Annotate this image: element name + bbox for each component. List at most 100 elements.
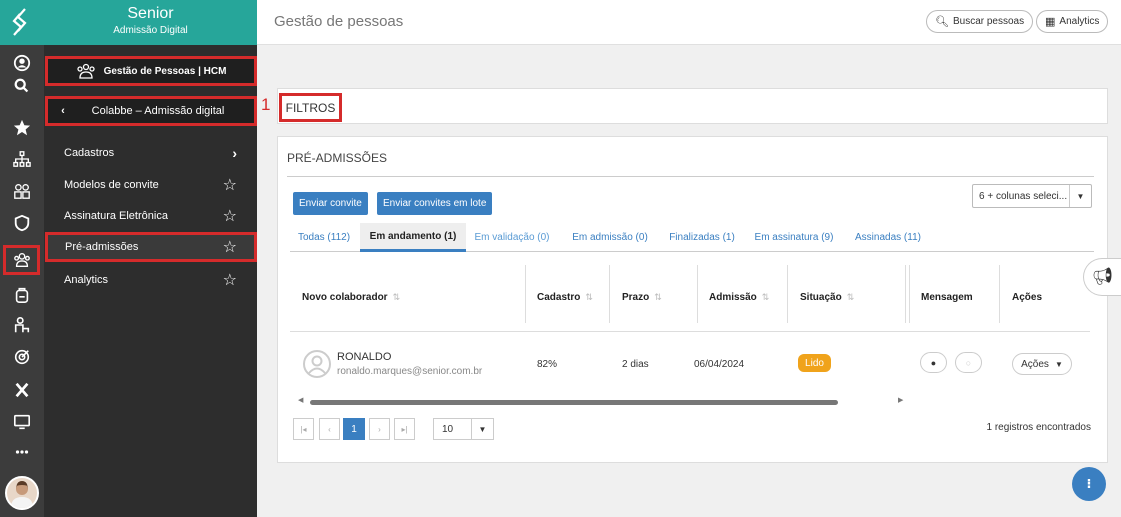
search-people-label: Buscar pessoas — [952, 16, 1025, 27]
search-icon[interactable] — [0, 78, 44, 96]
filters-card: FILTROS — [277, 88, 1108, 124]
menu-item-label: Modelos de convite — [64, 179, 159, 191]
caret-down-icon: ▼ — [1069, 185, 1091, 207]
menu-item-assinatura-eletronica[interactable]: Assinatura Eletrônica ☆ — [44, 201, 257, 231]
column-divider — [909, 265, 910, 323]
menu-item-label: Cadastros — [64, 147, 115, 159]
column-header-situacao[interactable]: Situação ⇅ — [800, 292, 854, 303]
brand-header[interactable]: Senior Admissão Digital — [44, 0, 257, 45]
sort-icon: ⇅ — [761, 292, 770, 302]
brand-subtitle: Admissão Digital — [113, 25, 188, 36]
next-page-button[interactable]: › — [369, 418, 390, 440]
tab-em-assinatura[interactable]: Em assinatura (9) — [750, 223, 838, 252]
brand-name: Senior — [127, 5, 174, 22]
hcm-module-button[interactable]: Gestão de Pessoas | HCM — [45, 56, 257, 86]
status-tabs: Todas (112) Em andamento (1) Em validaçã… — [290, 223, 1094, 252]
page-size-value: 10 — [442, 423, 454, 435]
caret-down-icon: ▼ — [471, 419, 493, 439]
avatar[interactable] — [5, 476, 39, 510]
colabbe-label: Colabbe – Admissão digital — [91, 105, 225, 117]
menu-item-pre-admissoes[interactable]: Pré-admissões ☆ — [45, 232, 257, 262]
first-page-button[interactable]: |◂ — [293, 418, 314, 440]
column-divider — [525, 265, 526, 323]
more-icon[interactable] — [0, 442, 44, 462]
column-divider — [905, 265, 906, 323]
star-outline-icon[interactable]: ☆ — [223, 206, 237, 226]
annotation-number: 1 — [261, 95, 271, 114]
scroll-left-icon[interactable]: ◀ — [298, 396, 303, 404]
whatsapp-icon[interactable]: ○ — [955, 352, 982, 373]
tab-em-andamento[interactable]: Em andamento (1) — [360, 223, 466, 252]
tab-assinadas[interactable]: Assinadas (11) — [848, 223, 928, 252]
star-outline-icon[interactable]: ☆ — [223, 175, 237, 195]
horizontal-scrollbar[interactable]: ◀ ▶ — [298, 396, 908, 405]
chat-icon[interactable]: ● — [920, 352, 947, 373]
column-header-prazo[interactable]: Prazo ⇅ — [622, 292, 662, 303]
x-icon[interactable] — [0, 375, 44, 405]
menu-item-cadastros[interactable]: Cadastros › — [44, 138, 257, 168]
analytics-button[interactable]: ▦ Analytics — [1036, 10, 1109, 33]
monitor-icon[interactable] — [0, 407, 44, 437]
search-people-button[interactable]: 🔍︎ Buscar pessoas — [926, 10, 1034, 33]
back-to-colabbe-button[interactable]: ‹ Colabbe – Admissão digital — [45, 96, 257, 126]
org-chart-icon[interactable] — [0, 144, 44, 174]
send-invite-button[interactable]: Enviar convite — [293, 192, 368, 215]
column-header-acoes: Ações — [1012, 292, 1043, 303]
records-count: 1 registros encontrados — [986, 422, 1091, 433]
page-current[interactable]: 1 — [343, 418, 365, 440]
shield-icon[interactable] — [0, 208, 44, 238]
user-placeholder-icon — [303, 350, 331, 378]
menu-item-label: Pré-admissões — [65, 241, 139, 253]
column-header-novo-colaborador[interactable]: Novo colaborador ⇅ — [302, 292, 400, 303]
star-outline-icon[interactable]: ☆ — [223, 237, 237, 257]
people-group-icon[interactable] — [0, 176, 44, 206]
star-outline-icon[interactable]: ☆ — [223, 270, 237, 290]
icon-rail — [0, 0, 44, 517]
prev-page-button[interactable]: ‹ — [319, 418, 340, 440]
table-header-rule — [290, 331, 1090, 332]
chevron-left-icon: ‹ — [61, 105, 65, 117]
analytics-label: Analytics — [1059, 16, 1100, 27]
person-desk-icon[interactable] — [0, 310, 44, 340]
tab-em-admissao[interactable]: Em admissão (0) — [566, 223, 654, 252]
megaphone-icon[interactable]: 📢︎ — [1083, 258, 1121, 296]
page-size-select[interactable]: 10 ▼ — [433, 418, 494, 440]
senior-logo-icon[interactable] — [0, 0, 44, 45]
menu-item-modelos-de-convite[interactable]: Modelos de convite ☆ — [44, 170, 257, 200]
tab-em-validacao[interactable]: Em validação (0) — [468, 223, 556, 252]
columns-select-value: 6 + colunas seleci... — [979, 190, 1068, 202]
user-circle-icon[interactable] — [0, 48, 44, 78]
employee-name: RONALDO — [337, 351, 392, 363]
pre-admissions-card: PRÉ-ADMISSÕES Enviar convite Enviar conv… — [277, 136, 1108, 463]
column-divider — [999, 265, 1000, 323]
help-fab-button[interactable]: ⁝ — [1072, 467, 1106, 501]
star-icon[interactable] — [0, 113, 44, 143]
prazo-value: 2 dias — [622, 359, 649, 370]
column-divider — [787, 265, 788, 323]
scroll-right-icon[interactable]: ▶ — [898, 396, 903, 404]
rail-active-highlight — [3, 245, 40, 275]
team-icon — [76, 63, 95, 79]
status-badge: Lido — [798, 354, 831, 372]
divider — [287, 176, 1094, 177]
column-header-admissao[interactable]: Admissão ⇅ — [709, 292, 769, 303]
hcm-label: Gestão de Pessoas | HCM — [103, 65, 227, 77]
sort-icon: ⇅ — [392, 292, 401, 302]
column-header-mensagem: Mensagem — [921, 292, 973, 303]
menu-item-analytics[interactable]: Analytics ☆ — [44, 265, 257, 295]
column-header-cadastro[interactable]: Cadastro ⇅ — [537, 292, 593, 303]
search-icon: 🔍︎ — [935, 16, 949, 28]
menu-item-label: Analytics — [64, 274, 109, 286]
send-batch-invites-button[interactable]: Enviar convites em lote — [377, 192, 493, 215]
scrollbar-thumb[interactable] — [310, 400, 838, 405]
page-title: Gestão de pessoas — [274, 13, 404, 30]
tab-todas[interactable]: Todas (112) — [290, 223, 358, 252]
actions-dropdown[interactable]: Ações ▼ — [1012, 353, 1072, 375]
actions-label: Ações — [1021, 358, 1049, 370]
columns-select[interactable]: 6 + colunas seleci... ▼ — [972, 184, 1092, 208]
tab-finalizadas[interactable]: Finalizadas (1) — [664, 223, 740, 252]
filters-toggle[interactable]: FILTROS — [279, 93, 342, 122]
last-page-button[interactable]: ▸| — [394, 418, 415, 440]
target-icon[interactable] — [0, 342, 44, 372]
backpack-icon[interactable] — [0, 280, 44, 310]
